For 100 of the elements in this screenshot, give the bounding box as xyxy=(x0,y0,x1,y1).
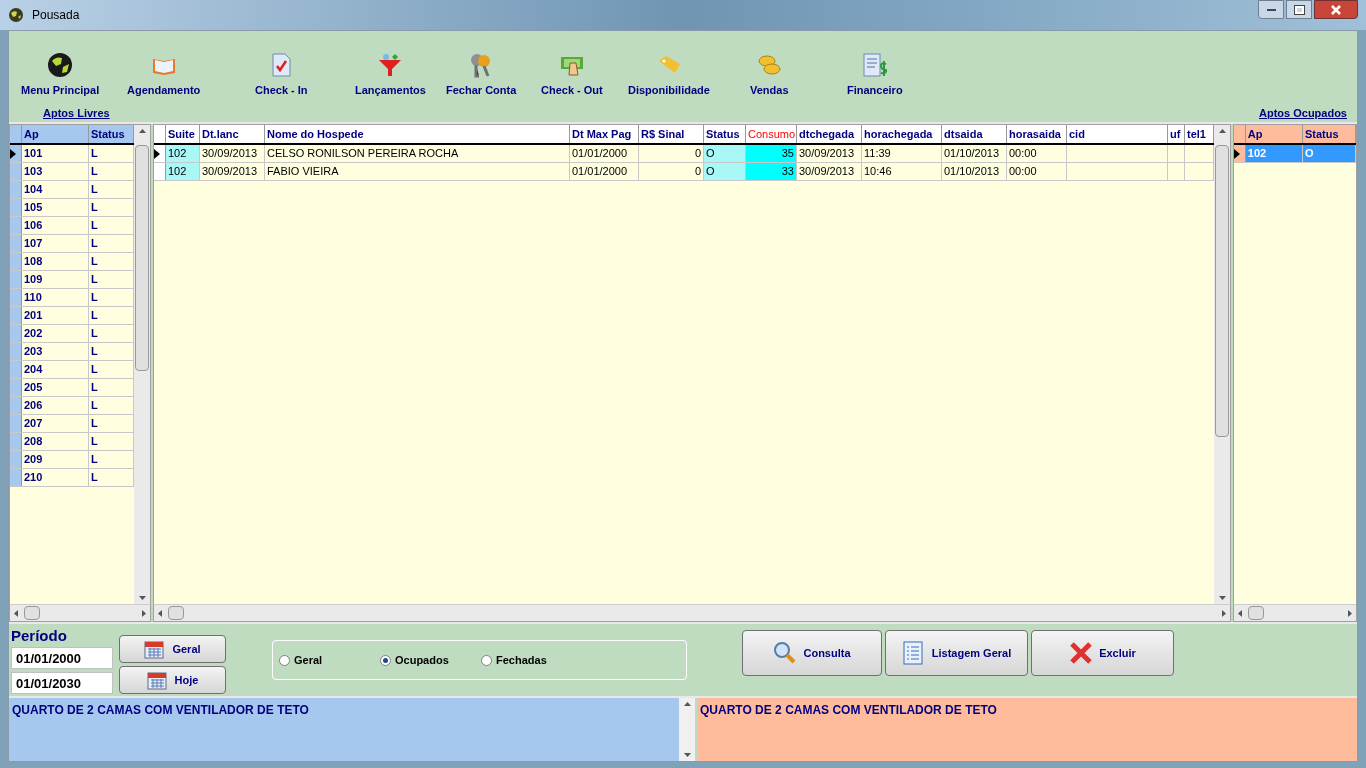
ledger-dollar-icon[interactable] xyxy=(860,51,889,79)
column-header[interactable]: Ap xyxy=(1245,125,1303,143)
table-cell: 208 xyxy=(22,433,89,450)
scroll-thumb[interactable] xyxy=(168,606,184,620)
column-header[interactable]: R$ Sinal xyxy=(639,125,704,143)
scroll-down-icon[interactable] xyxy=(1218,596,1226,600)
row-selector[interactable] xyxy=(10,145,22,162)
toolbar-button[interactable]: Fechar Conta xyxy=(446,82,517,99)
table-cell: 104 xyxy=(22,181,89,198)
table-cell: 203 xyxy=(22,343,89,360)
vertical-scrollbar[interactable] xyxy=(1214,125,1230,604)
scroll-left-icon[interactable] xyxy=(1238,609,1242,617)
close-button[interactable] xyxy=(1314,0,1358,19)
scroll-thumb[interactable] xyxy=(1215,145,1229,437)
start-date-field[interactable]: 01/01/2000 xyxy=(11,647,113,669)
toolbar-button[interactable]: Check - Out xyxy=(541,82,603,99)
scroll-right-icon[interactable] xyxy=(1348,609,1352,617)
table-cell: 105 xyxy=(22,199,89,216)
calendar-icon xyxy=(144,639,165,659)
horizontal-scrollbar[interactable] xyxy=(154,604,1230,621)
radio-option[interactable]: Ocupados xyxy=(380,651,481,669)
maximize-icon xyxy=(1294,5,1304,14)
column-header[interactable]: horasaida xyxy=(1007,125,1067,143)
column-header[interactable]: uf xyxy=(1168,125,1185,143)
row-pointer-icon xyxy=(154,148,160,159)
table-cell: 107 xyxy=(22,235,89,252)
column-header[interactable]: Ap xyxy=(22,125,89,143)
row-selector[interactable] xyxy=(154,145,166,162)
scroll-thumb[interactable] xyxy=(24,606,40,620)
table-cell: 206 xyxy=(22,397,89,414)
column-header[interactable]: dtchegada xyxy=(797,125,862,143)
table-cell: O xyxy=(704,145,746,162)
table-cell: 01/10/2013 xyxy=(942,163,1007,180)
column-header[interactable]: Suite xyxy=(166,125,200,143)
scroll-thumb[interactable] xyxy=(1248,606,1264,620)
table-cell: 35 xyxy=(746,145,797,162)
column-header[interactable]: Dt Max Pag xyxy=(570,125,639,143)
column-header[interactable]: Dt.lanc xyxy=(200,125,265,143)
horizontal-scrollbar[interactable] xyxy=(1234,604,1356,621)
list-icon xyxy=(901,641,926,665)
column-header[interactable]: Status xyxy=(1302,125,1356,143)
table-cell: 30/09/2013 xyxy=(797,145,862,162)
table-cell: 30/09/2013 xyxy=(797,163,862,180)
scroll-left-icon[interactable] xyxy=(158,609,162,617)
scroll-down-icon[interactable] xyxy=(138,596,146,600)
table-cell: 30/09/2013 xyxy=(200,145,265,162)
calendar-icon xyxy=(146,670,167,690)
table-cell: 108 xyxy=(22,253,89,270)
table-cell: FABIO VIEIRA xyxy=(265,163,570,180)
app-icon xyxy=(8,7,24,23)
maximize-button[interactable] xyxy=(1286,0,1312,19)
radio-option[interactable]: Fechadas xyxy=(481,651,582,669)
end-date-field[interactable]: 01/01/2030 xyxy=(11,672,113,694)
section-link[interactable]: Aptos Livres xyxy=(43,105,110,122)
row-selector[interactable] xyxy=(1234,145,1246,162)
toolbar-button[interactable]: Financeiro xyxy=(847,82,903,99)
scroll-up-icon[interactable] xyxy=(138,129,146,133)
toolbar-button[interactable]: Disponibilidade xyxy=(628,82,710,99)
scroll-up-icon[interactable] xyxy=(683,702,691,706)
minimize-button[interactable] xyxy=(1258,0,1284,19)
vertical-scrollbar[interactable] xyxy=(134,125,150,604)
toolbar-button[interactable]: Menu Principal xyxy=(21,82,100,99)
table-cell: 101 xyxy=(22,145,89,162)
table-cell: 33 xyxy=(746,163,797,180)
scroll-right-icon[interactable] xyxy=(142,609,146,617)
column-header[interactable]: Status xyxy=(704,125,746,143)
action-button[interactable]: Consulta xyxy=(742,630,882,676)
column-header[interactable]: Consumo xyxy=(746,125,797,143)
toolbar-button[interactable]: Vendas xyxy=(750,82,789,99)
action-button[interactable]: Listagem Geral xyxy=(885,630,1028,676)
scroll-right-icon[interactable] xyxy=(1222,609,1226,617)
column-header[interactable]: horachegada xyxy=(862,125,942,143)
minimize-icon xyxy=(1266,8,1276,11)
toolbar-button[interactable]: Lançamentos xyxy=(355,82,426,99)
table-cell: 209 xyxy=(22,451,89,468)
action-button[interactable]: Excluir xyxy=(1031,630,1174,676)
column-header[interactable]: Nome do Hospede xyxy=(265,125,570,143)
section-link[interactable]: Aptos Ocupados xyxy=(1259,105,1347,122)
table-cell: O xyxy=(1302,145,1356,162)
scroll-thumb[interactable] xyxy=(135,145,149,371)
globe-icon[interactable] xyxy=(46,51,75,79)
scroll-down-icon[interactable] xyxy=(683,753,691,757)
table-cell: 110 xyxy=(22,289,89,306)
toolbar-button[interactable]: Check - In xyxy=(255,82,308,99)
radio-option[interactable]: Geral xyxy=(279,651,380,669)
scroll-left-icon[interactable] xyxy=(14,609,18,617)
cross-icon xyxy=(1069,641,1094,665)
table-cell: 102 xyxy=(1245,145,1303,162)
date-button[interactable]: Hoje xyxy=(119,666,226,694)
date-button[interactable]: Geral xyxy=(119,635,226,663)
column-header[interactable]: dtsaida xyxy=(942,125,1007,143)
toolbar-button[interactable]: Agendamento xyxy=(127,82,201,99)
room-description: QUARTO DE 2 CAMAS COM VENTILADOR DE TETO xyxy=(697,698,1357,761)
scroll-up-icon[interactable] xyxy=(1218,129,1226,133)
table-cell: 11:39 xyxy=(862,145,942,162)
column-header[interactable]: cid xyxy=(1067,125,1168,143)
vertical-scrollbar[interactable] xyxy=(679,698,695,761)
table-cell: O xyxy=(704,163,746,180)
table-cell: 210 xyxy=(22,469,89,486)
horizontal-scrollbar[interactable] xyxy=(10,604,150,621)
